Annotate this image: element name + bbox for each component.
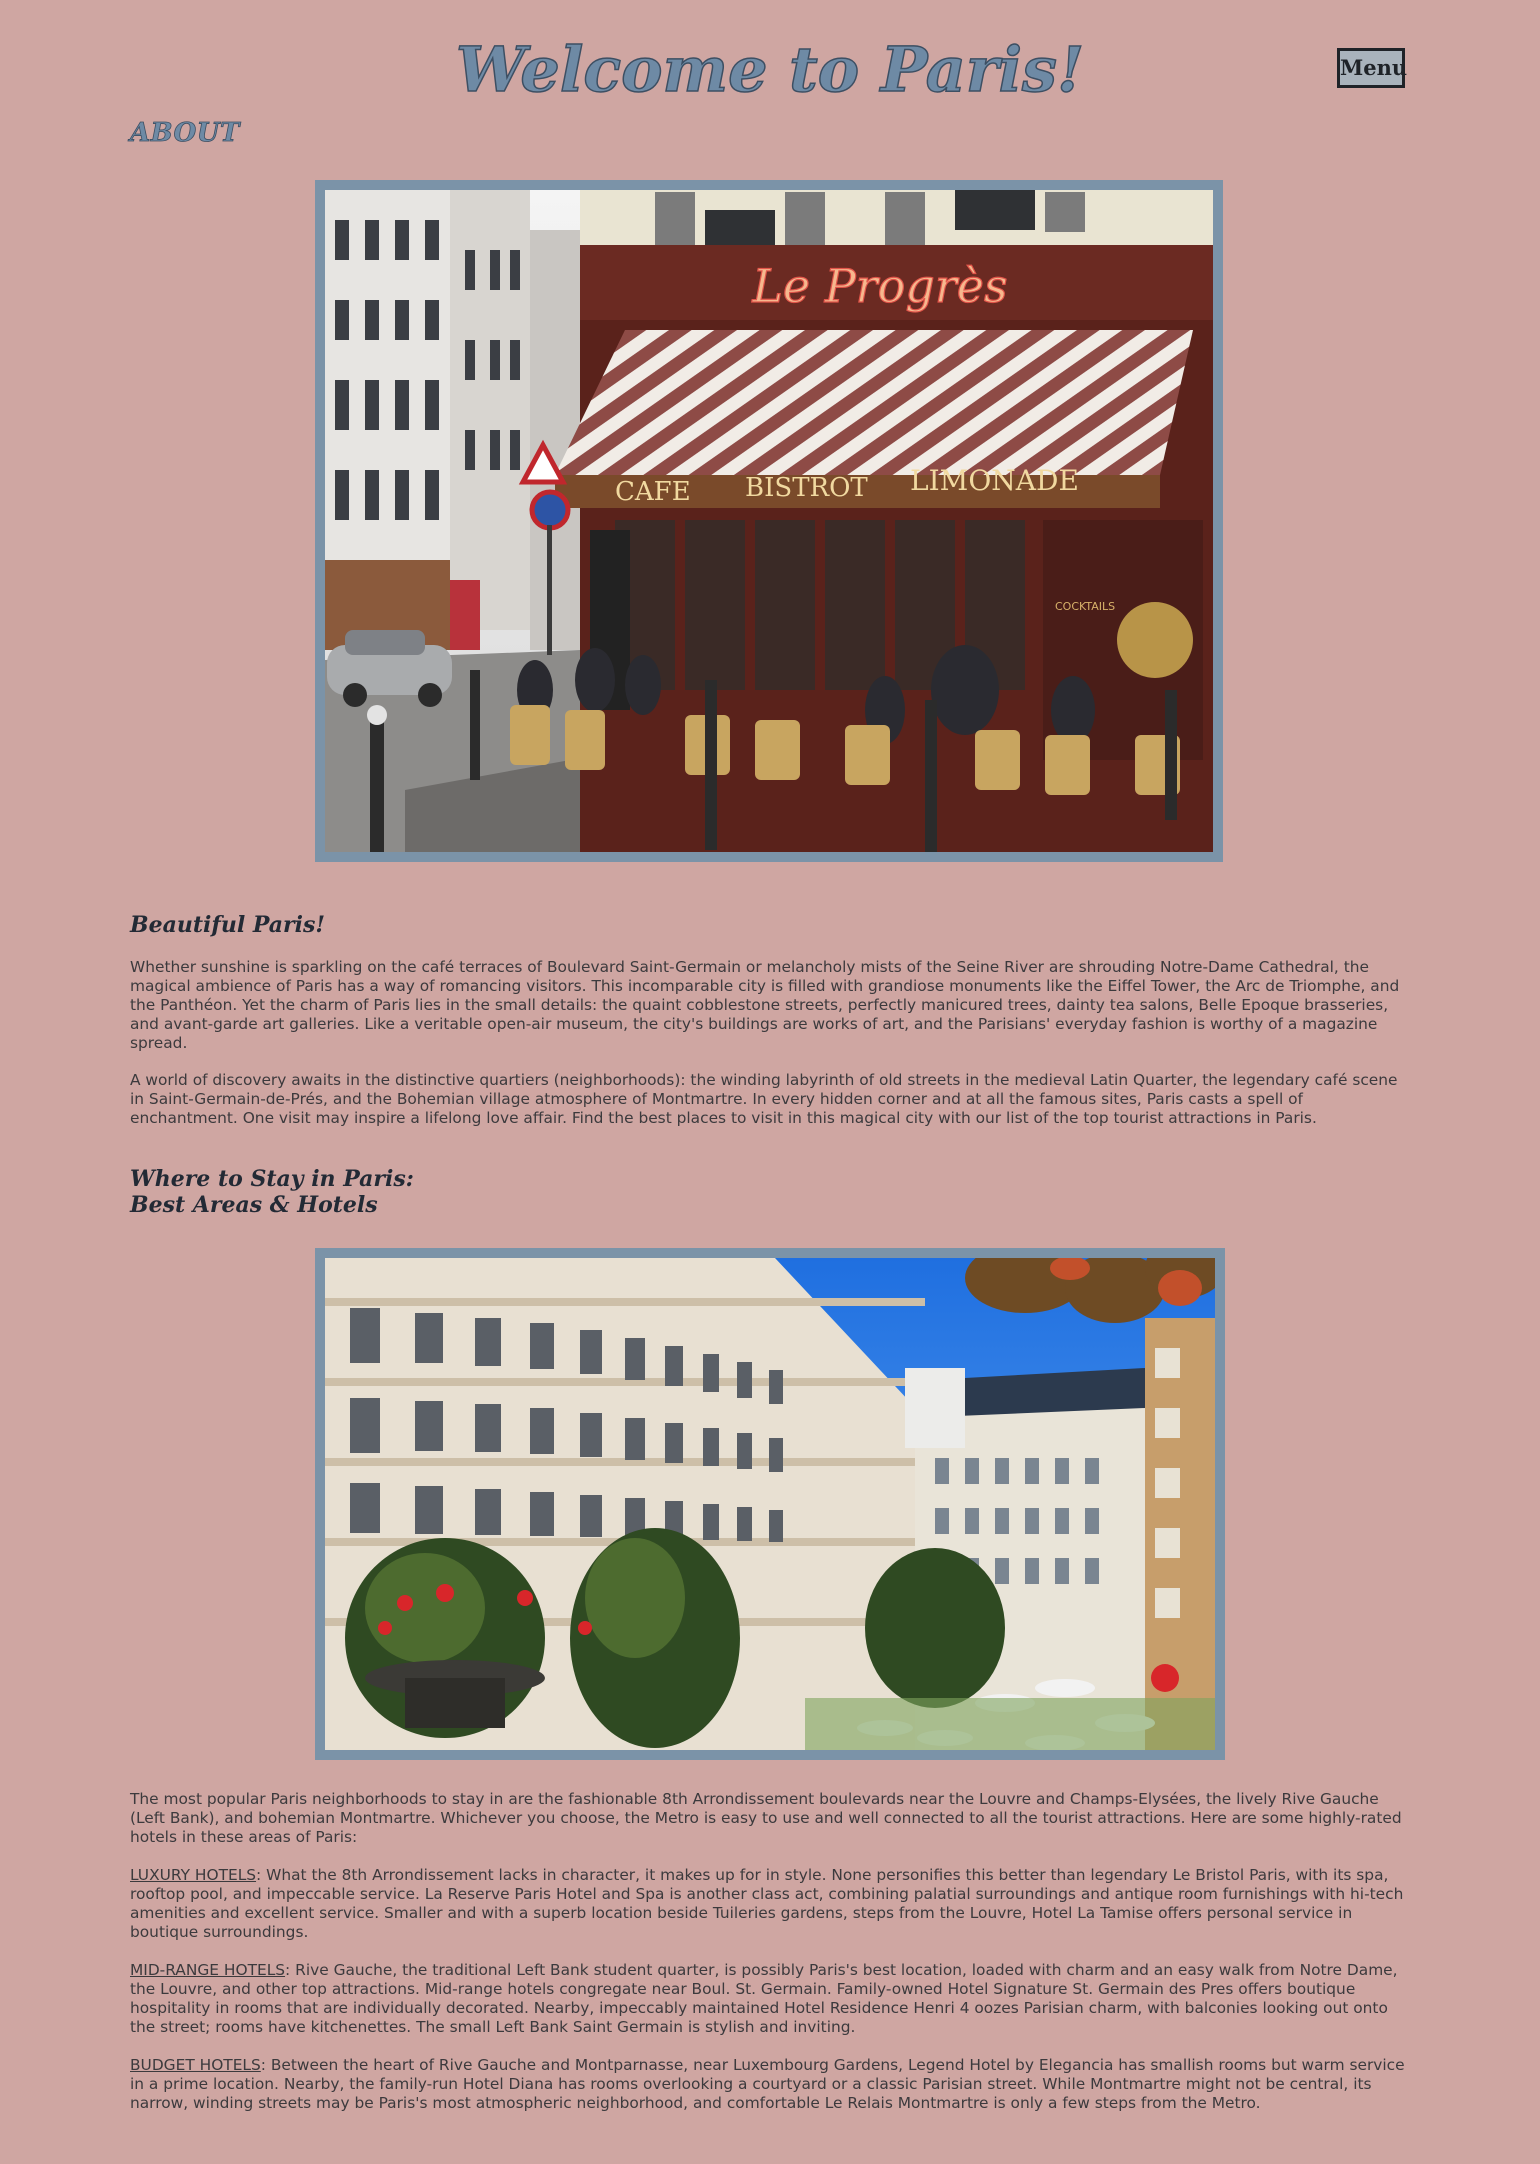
paragraph-quartiers: A world of discovery awaits in the disti… — [130, 1071, 1398, 1127]
heading-line: Where to Stay in Paris: — [130, 1166, 414, 1192]
midrange-hotels-text: : Rive Gauche, the traditional Left Bank… — [130, 1961, 1398, 2036]
awning-word: CAFE — [615, 477, 691, 507]
paragraph-neighborhoods: The most popular Paris neighborhoods to … — [130, 1790, 1402, 1846]
about-link[interactable]: ABOUT — [130, 118, 240, 149]
section-heading-where-to-stay: Where to Stay in Paris: Best Areas & Hot… — [130, 1166, 414, 1218]
cafe-photo: Le Progrès CAFE BISTROT LIMONADE COCKTAI… — [315, 180, 1223, 862]
budget-hotels-label: BUDGET HOTELS — [130, 2056, 261, 2074]
awning-word: LIMONADE — [910, 464, 1079, 497]
cafe-photo-illustration: Le Progrès CAFE BISTROT LIMONADE COCKTAI… — [325, 190, 1213, 852]
cafe-neon-sign: Le Progrès — [751, 259, 1007, 313]
awning-word: BISTROT — [745, 473, 868, 503]
menu-button[interactable]: Menu — [1337, 48, 1407, 88]
heading-line: Best Areas & Hotels — [130, 1192, 378, 1218]
paragraph-midrange-hotels: MID-RANGE HOTELS: Rive Gauche, the tradi… — [130, 1961, 1408, 2037]
section-heading-beautiful-paris: Beautiful Paris! — [130, 912, 326, 938]
hotel-photo — [315, 1248, 1225, 1760]
paragraph-budget-hotels: BUDGET HOTELS: Between the heart of Rive… — [130, 2056, 1408, 2113]
paragraph-luxury-hotels: LUXURY HOTELS: What the 8th Arrondisseme… — [130, 1866, 1408, 1942]
luxury-hotels-text: : What the 8th Arrondissement lacks in c… — [130, 1866, 1404, 1941]
midrange-hotels-label: MID-RANGE HOTELS — [130, 1961, 286, 1979]
luxury-hotels-label: LUXURY HOTELS — [130, 1866, 257, 1884]
paragraph-intro: Whether sunshine is sparkling on the caf… — [130, 958, 1400, 1052]
cocktails-board: COCKTAILS — [1055, 600, 1115, 613]
page-title: Welcome to Paris! — [455, 32, 1085, 107]
hotel-photo-illustration — [325, 1258, 1215, 1750]
budget-hotels-text: : Between the heart of Rive Gauche and M… — [130, 2056, 1405, 2112]
